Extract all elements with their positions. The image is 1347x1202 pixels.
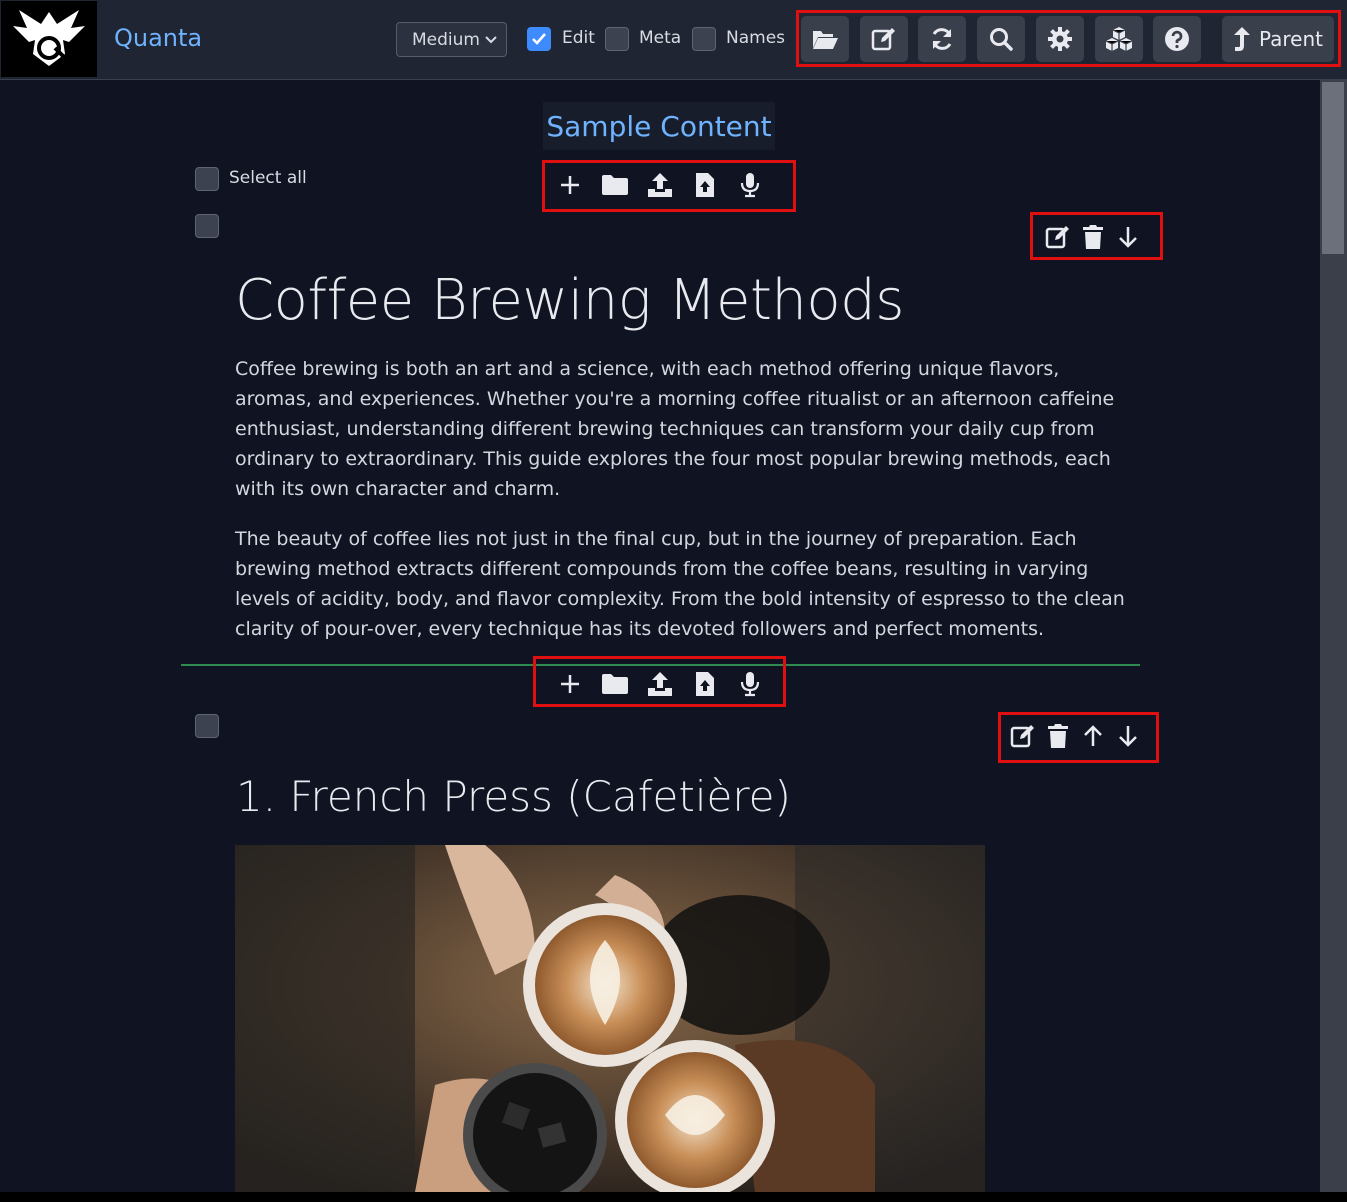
check-icon [532, 33, 546, 45]
page-title[interactable]: Sample Content [543, 102, 775, 150]
upload-button[interactable] [637, 664, 682, 704]
node-move-up-button[interactable] [1075, 716, 1110, 756]
folder-open-icon [813, 31, 838, 49]
search-button[interactable] [977, 16, 1025, 62]
node-heading: 1. French Press (Cafetière) [236, 772, 791, 821]
microphone-icon [740, 173, 759, 198]
scrollbar-thumb[interactable] [1322, 82, 1344, 254]
app-name[interactable]: Quanta [114, 24, 202, 52]
node-delete-button[interactable] [1075, 217, 1110, 257]
record-audio-button[interactable] [727, 664, 772, 704]
chevron-down-icon [485, 36, 497, 44]
upload-icon [647, 672, 672, 696]
font-size-value: Medium [412, 29, 480, 50]
cubes-icon [1105, 27, 1133, 51]
node-delete-button[interactable] [1040, 716, 1075, 756]
edit-icon [1010, 725, 1034, 748]
edit-button[interactable] [860, 16, 908, 62]
edit-icon [1045, 226, 1069, 249]
upload-file-button[interactable] [682, 165, 727, 205]
node-move-down-button[interactable] [1110, 217, 1145, 257]
top-bar: Quanta Medium Edit Meta Names Parent [0, 0, 1347, 80]
node-move-down-button[interactable] [1110, 716, 1145, 756]
upload-file-button[interactable] [682, 664, 727, 704]
font-size-select[interactable]: Medium [396, 22, 507, 57]
node-actions [1040, 217, 1145, 257]
quanta-logo[interactable] [1, 1, 97, 77]
insert-button[interactable] [547, 664, 592, 704]
edit-icon [871, 28, 895, 51]
plus-icon [560, 675, 579, 693]
select-all-label: Select all [229, 168, 307, 188]
bottom-edge [0, 1192, 1347, 1202]
parent-button[interactable]: Parent [1222, 16, 1334, 62]
names-label: Names [726, 28, 786, 48]
node-select-checkbox[interactable] [195, 714, 219, 738]
insert-button[interactable] [547, 165, 592, 205]
insert-toolbar [547, 664, 772, 704]
parent-label: Parent [1258, 27, 1324, 51]
meta-checkbox[interactable] [605, 27, 629, 51]
trash-icon [1082, 225, 1103, 249]
eagle-logo-icon [13, 10, 85, 66]
help-icon [1165, 27, 1189, 51]
open-button[interactable] [801, 16, 849, 62]
node-actions [1005, 716, 1145, 756]
arrow-up-icon [1083, 725, 1102, 746]
edit-label: Edit [562, 28, 595, 48]
microphone-icon [740, 672, 759, 697]
apps-button[interactable] [1095, 16, 1143, 62]
arrow-down-icon [1118, 726, 1137, 747]
add-folder-button[interactable] [592, 165, 637, 205]
arrow-down-icon [1118, 227, 1137, 248]
node-select-checkbox[interactable] [195, 214, 219, 238]
search-icon [990, 28, 1013, 51]
folder-icon [601, 175, 628, 195]
settings-button[interactable] [1036, 16, 1084, 62]
meta-label: Meta [639, 28, 682, 48]
level-up-icon [1233, 27, 1250, 51]
trash-icon [1047, 724, 1068, 748]
help-button[interactable] [1153, 16, 1201, 62]
upload-button[interactable] [637, 165, 682, 205]
names-checkbox[interactable] [692, 27, 716, 51]
node-edit-button[interactable] [1040, 217, 1075, 257]
node-edit-button[interactable] [1005, 716, 1040, 756]
record-audio-button[interactable] [727, 165, 772, 205]
node-heading: Coffee Brewing Methods [235, 268, 904, 333]
add-folder-button[interactable] [592, 664, 637, 704]
edit-checkbox[interactable] [527, 27, 551, 51]
insert-toolbar [547, 165, 772, 205]
gear-icon [1048, 27, 1072, 51]
coffee-cups-image[interactable] [235, 845, 985, 1192]
refresh-button[interactable] [918, 16, 966, 62]
folder-icon [601, 674, 628, 694]
file-upload-icon [695, 672, 714, 696]
node-paragraph: Coffee brewing is both an art and a scie… [235, 358, 1115, 500]
select-all-checkbox[interactable] [195, 167, 219, 191]
file-upload-icon [695, 173, 714, 197]
coffee-cups-photo [235, 845, 985, 1192]
node-paragraph: The beauty of coffee lies not just in th… [235, 528, 1125, 640]
plus-icon [560, 176, 579, 194]
upload-icon [647, 173, 672, 197]
refresh-icon [932, 28, 952, 50]
